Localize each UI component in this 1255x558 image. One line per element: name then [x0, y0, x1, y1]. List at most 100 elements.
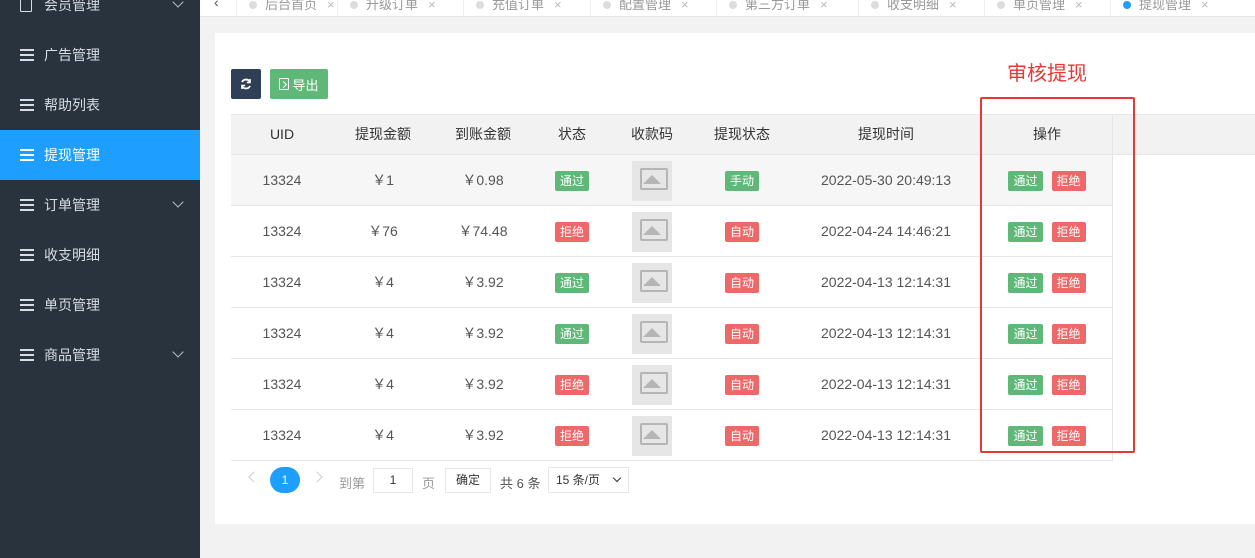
- cell-amount: ￥4: [372, 325, 394, 341]
- cell-qrcode: [611, 410, 693, 460]
- cell-status: 通过: [533, 257, 611, 307]
- tab-recharge-orders[interactable]: 充值订单 ×: [463, 0, 562, 18]
- cell-actions: 通过 拒绝: [981, 359, 1113, 409]
- table-row: 13324 ￥4 ￥3.92 拒绝 自动 2022-04-13 12:14:31 通过 拒绝: [231, 359, 1113, 410]
- tab-withdraw[interactable]: 提现管理 ×: [1110, 0, 1209, 18]
- list-icon: [20, 49, 34, 61]
- sidebar-item-products[interactable]: 商品管理: [0, 330, 200, 380]
- col-status: 状态: [558, 126, 586, 142]
- cell-time: 2022-04-13 12:14:31: [821, 376, 951, 392]
- cell-method: 自动: [693, 206, 791, 256]
- image-placeholder-icon[interactable]: [632, 263, 672, 304]
- sidebar-item-label: 商品管理: [44, 347, 100, 363]
- tab-finance[interactable]: 收支明细 ×: [858, 0, 957, 18]
- goto-page-input[interactable]: 1: [373, 468, 413, 493]
- close-icon[interactable]: ×: [554, 0, 562, 12]
- sidebar-item-pages[interactable]: 单页管理: [0, 280, 200, 330]
- tab-third-party[interactable]: 第三方订单 ×: [716, 0, 828, 18]
- close-icon[interactable]: ×: [1075, 0, 1083, 12]
- close-icon[interactable]: ×: [327, 0, 335, 12]
- method-badge: 自动: [724, 273, 759, 294]
- export-button[interactable]: 导出: [270, 69, 328, 99]
- cell-status: 拒绝: [533, 410, 611, 460]
- approve-button[interactable]: 通过: [1008, 324, 1043, 345]
- close-icon[interactable]: ×: [681, 0, 689, 12]
- cell-qrcode: [611, 257, 693, 307]
- sidebar-item-members[interactable]: 会员管理: [0, 0, 200, 30]
- tab-config[interactable]: 配置管理 ×: [590, 0, 689, 18]
- goto-label: 到第: [339, 476, 366, 491]
- reject-button[interactable]: 拒绝: [1051, 222, 1086, 243]
- sidebar-item-finance[interactable]: 收支明细: [0, 230, 200, 280]
- cell-received: ￥74.48: [458, 223, 508, 239]
- method-badge: 自动: [724, 222, 759, 243]
- image-placeholder-icon[interactable]: [632, 365, 672, 406]
- col-actions: 操作: [1033, 126, 1061, 142]
- tab-label: 收支明细: [887, 0, 940, 12]
- reject-button[interactable]: 拒绝: [1051, 426, 1086, 447]
- approve-button[interactable]: 通过: [1008, 426, 1043, 447]
- approve-button[interactable]: 通过: [1008, 222, 1043, 243]
- sidebar-item-ads[interactable]: 广告管理: [0, 30, 200, 80]
- refresh-button[interactable]: [231, 69, 261, 99]
- image-placeholder-icon[interactable]: [632, 212, 672, 253]
- tab-label: 充值订单: [492, 0, 545, 12]
- sidebar-item-orders[interactable]: 订单管理: [0, 180, 200, 230]
- reject-button[interactable]: 拒绝: [1051, 171, 1086, 192]
- reject-button[interactable]: 拒绝: [1051, 324, 1086, 345]
- approve-button[interactable]: 通过: [1008, 375, 1043, 396]
- close-icon[interactable]: ×: [1201, 0, 1209, 12]
- sidebar-item-label: 提现管理: [44, 147, 100, 163]
- list-icon: [20, 349, 34, 361]
- image-placeholder-icon[interactable]: [632, 314, 672, 355]
- page-current[interactable]: 1: [270, 467, 300, 493]
- sidebar-item-label: 订单管理: [44, 197, 100, 213]
- chevron-left-icon[interactable]: ‹: [214, 0, 219, 10]
- reject-button[interactable]: 拒绝: [1051, 273, 1086, 294]
- cell-uid: 13324: [262, 172, 302, 188]
- tab-upgrade-orders[interactable]: 升级订单 ×: [337, 0, 436, 18]
- cell-status: 通过: [533, 308, 611, 358]
- cell-method: 自动: [693, 359, 791, 409]
- status-badge: 通过: [554, 171, 589, 192]
- cell-received: ￥3.92: [462, 325, 504, 341]
- withdraw-table: UID 提现金额 到账金额 状态 收款码 提现状态 提现时间 操作 13324 ￥…: [231, 114, 1255, 461]
- image-placeholder-icon[interactable]: [632, 161, 672, 202]
- dot-icon: [1123, 1, 1131, 9]
- sidebar-item-help[interactable]: 帮助列表: [0, 80, 200, 130]
- dot-icon: [871, 1, 879, 9]
- method-badge: 自动: [724, 426, 759, 447]
- col-amount: 提现金额: [355, 126, 411, 142]
- cell-uid: 13324: [262, 274, 302, 290]
- total-count: 共 6 条: [500, 476, 541, 491]
- reject-button[interactable]: 拒绝: [1051, 375, 1086, 396]
- list-icon: [20, 249, 34, 261]
- close-icon[interactable]: ×: [949, 0, 957, 12]
- cell-amount: ￥4: [372, 427, 394, 443]
- tab-pages[interactable]: 单页管理 ×: [984, 0, 1083, 18]
- approve-button[interactable]: 通过: [1008, 171, 1043, 192]
- close-icon[interactable]: ×: [428, 0, 436, 12]
- chevron-down-icon: [172, 196, 184, 208]
- list-icon: [20, 199, 34, 211]
- method-badge: 手动: [724, 171, 759, 192]
- cell-amount: ￥4: [372, 274, 394, 290]
- sidebar-item-withdraw[interactable]: 提现管理: [0, 130, 200, 180]
- cell-method: 自动: [693, 410, 791, 460]
- image-placeholder-icon[interactable]: [632, 416, 672, 457]
- cell-method: 自动: [693, 257, 791, 307]
- col-method: 提现状态: [714, 126, 770, 142]
- status-badge: 拒绝: [554, 426, 589, 447]
- cell-uid: 13324: [262, 376, 302, 392]
- cell-received: ￥0.98: [462, 172, 504, 188]
- page-size-select[interactable]: 15 条/页: [548, 467, 629, 493]
- close-icon[interactable]: ×: [820, 0, 828, 12]
- table-row: 13324 ￥4 ￥3.92 通过 自动 2022-04-13 12:14:31 通过 拒绝: [231, 257, 1113, 308]
- approve-button[interactable]: 通过: [1008, 273, 1043, 294]
- col-received: 到账金额: [455, 126, 511, 142]
- dot-icon: [603, 1, 611, 9]
- sidebar-item-label: 帮助列表: [44, 97, 100, 113]
- cell-time: 2022-04-13 12:14:31: [821, 325, 951, 341]
- confirm-button[interactable]: 确定: [445, 468, 491, 493]
- tab-home[interactable]: 后台首页 ×: [236, 0, 335, 18]
